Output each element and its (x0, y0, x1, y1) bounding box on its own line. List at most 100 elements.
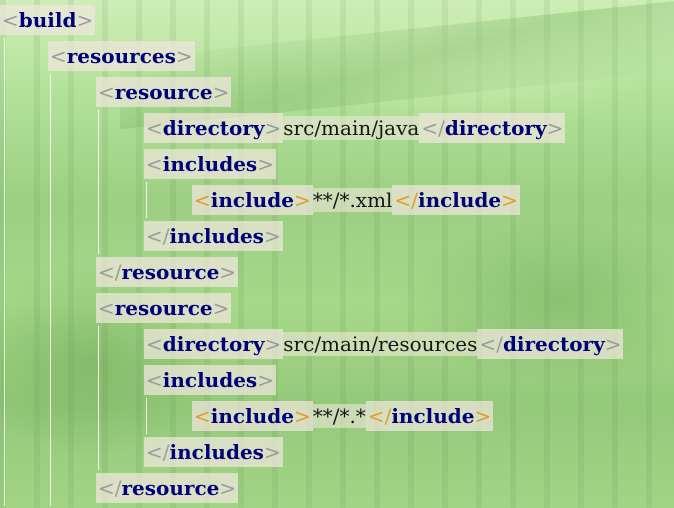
tag-name: resource (114, 80, 213, 104)
tag-slash: / (114, 260, 122, 284)
tag-bracket-open: < (146, 116, 163, 140)
tag-name: build (18, 8, 77, 32)
tag-bracket-open: < (479, 332, 497, 356)
opening-tag: <resource> (96, 293, 232, 323)
tag-bracket-open: < (98, 476, 115, 500)
tag-slash: / (162, 224, 170, 248)
closing-tag: </include> (392, 185, 520, 215)
tag-slash: / (114, 476, 122, 500)
indent-guide (4, 38, 5, 506)
tag-bracket-close: > (257, 368, 274, 392)
tag-name: include (417, 188, 502, 212)
tag-slash: / (438, 116, 445, 140)
code-line-content: <includes> (144, 365, 276, 395)
tag-bracket-open: < (421, 116, 439, 140)
tag-bracket-open: < (194, 404, 211, 428)
closing-tag: </includes> (144, 221, 283, 251)
tag-bracket-close: > (474, 404, 492, 428)
indent-guide (98, 110, 99, 254)
indent-guide (98, 326, 99, 470)
tag-content: src/main/java (283, 116, 420, 140)
tag-bracket-close: > (219, 260, 237, 284)
tag-bracket-close: > (257, 152, 274, 176)
tag-bracket-open: < (98, 80, 115, 104)
code-line-content: <build> (0, 5, 96, 35)
tag-bracket-open: < (98, 296, 115, 320)
tag-content: **/*.xml (312, 188, 393, 212)
tag-name: include (210, 404, 294, 428)
tag-bracket-close: > (264, 332, 282, 356)
tag-name: resource (121, 260, 220, 284)
code-line-content: </resource> (96, 257, 239, 287)
opening-tag: <resource> (96, 77, 232, 107)
tag-bracket-open: < (2, 8, 19, 32)
opening-tag: <resources> (48, 41, 195, 71)
opening-tag: <include> (192, 185, 313, 215)
opening-tag: <includes> (144, 365, 276, 395)
tag-bracket-close: > (293, 404, 311, 428)
tag-name: resource (121, 476, 220, 500)
tag-name: resource (114, 296, 213, 320)
code-line-content: </resource> (96, 473, 239, 503)
code-line-content: </includes> (144, 221, 283, 251)
tag-bracket-close: > (501, 188, 518, 212)
closing-tag: </directory> (477, 329, 624, 359)
tag-content: src/main/resources (283, 332, 478, 356)
closing-tag: </includes> (144, 437, 283, 467)
code-line-content: <includes> (144, 149, 276, 179)
indent-guide (146, 182, 147, 218)
tag-bracket-close: > (604, 332, 622, 356)
tag-name: include (391, 404, 475, 428)
tag-name: includes (169, 224, 264, 248)
tag-bracket-close: > (212, 296, 230, 320)
tag-bracket-close: > (263, 440, 281, 464)
code-line-content: <resource> (96, 293, 232, 323)
tag-bracket-close: > (212, 80, 230, 104)
tag-bracket-close: > (175, 44, 193, 68)
opening-tag: <build> (0, 5, 96, 35)
tag-bracket-open: < (146, 368, 163, 392)
opening-tag: <includes> (144, 149, 276, 179)
tag-bracket-open: < (146, 152, 163, 176)
indent-guide (50, 74, 51, 506)
closing-tag: </directory> (419, 113, 566, 143)
code-line-content: <include> **/*.* </include> (192, 401, 494, 431)
tag-name: include (210, 188, 294, 212)
tag-name: includes (169, 440, 264, 464)
tag-name: directory (502, 332, 605, 356)
code-line-content: <resource> (96, 77, 232, 107)
code-line-content: <include> **/*.xml </include> (192, 185, 520, 215)
tag-bracket-open: < (367, 404, 385, 428)
tag-name: directory (162, 116, 265, 140)
tag-bracket-open: < (50, 44, 67, 68)
tag-bracket-open: < (146, 332, 163, 356)
tag-name: directory (162, 332, 265, 356)
tag-bracket-close: > (76, 8, 94, 32)
tag-slash: / (411, 188, 418, 212)
tag-bracket-close: > (263, 224, 281, 248)
closing-tag: </resource> (96, 473, 239, 503)
code-line-content: </includes> (144, 437, 283, 467)
code-line-content: <directory> src/main/java </directory> (144, 113, 566, 143)
tag-bracket-open: < (146, 224, 163, 248)
tag-slash: / (162, 440, 170, 464)
code-line-content: <resources> (48, 41, 195, 71)
opening-tag: <directory> (144, 113, 284, 143)
tag-bracket-open: < (98, 260, 115, 284)
opening-tag: <include> (192, 401, 313, 431)
tag-bracket-close: > (546, 116, 564, 140)
tag-bracket-open: < (194, 188, 211, 212)
tag-bracket-open: < (394, 188, 412, 212)
indent-guide (146, 398, 147, 434)
tag-bracket-close: > (293, 188, 311, 212)
tag-bracket-close: > (264, 116, 282, 140)
tag-slash: / (496, 332, 503, 356)
opening-tag: <directory> (144, 329, 284, 359)
closing-tag: </resource> (96, 257, 239, 287)
tag-bracket-open: < (146, 440, 163, 464)
closing-tag: </include> (365, 401, 494, 431)
code-line-content: <directory> src/main/resources </directory… (144, 329, 624, 359)
tag-name: includes (162, 152, 258, 176)
tag-content: **/*.* (312, 404, 366, 428)
tag-name: directory (444, 116, 547, 140)
